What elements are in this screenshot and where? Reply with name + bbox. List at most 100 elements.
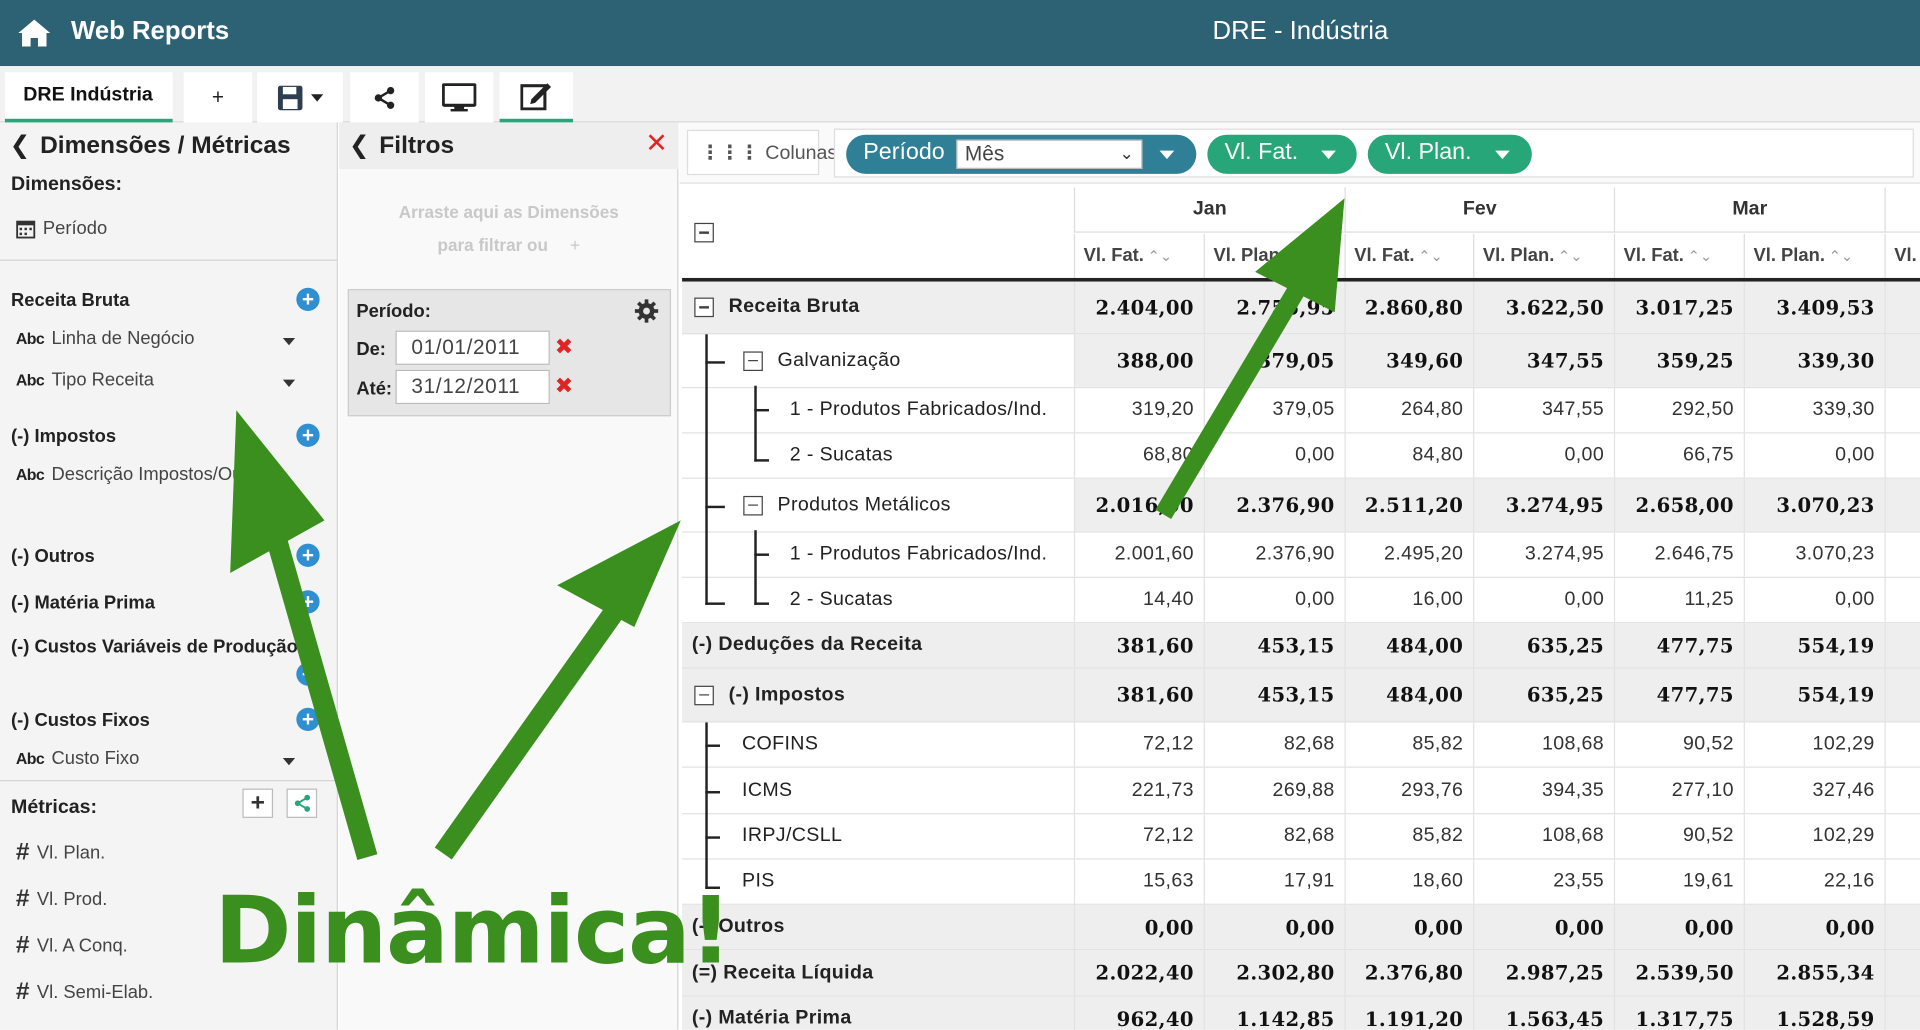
- table-cell[interactable]: 635,25: [1473, 623, 1614, 668]
- table-cell[interactable]: 0,00: [1073, 904, 1204, 949]
- collapse-icon[interactable]: [694, 685, 714, 705]
- table-cell[interactable]: 477,75: [1613, 668, 1744, 722]
- table-cell[interactable]: 2.022,40: [1073, 950, 1204, 996]
- clear-date-to-icon[interactable]: ✖: [555, 373, 573, 399]
- table-cell[interactable]: 11,25: [1613, 577, 1744, 623]
- table-cell[interactable]: 0,00: [1203, 433, 1345, 478]
- table-cell[interactable]: 0,00: [1203, 577, 1345, 623]
- table-cell[interactable]: 0,00: [1743, 904, 1885, 949]
- table-cell[interactable]: 3.274,95: [1473, 478, 1614, 532]
- table-cell[interactable]: 347,55: [1473, 334, 1614, 387]
- table-cell[interactable]: 319,20: [1073, 388, 1204, 433]
- table-cell[interactable]: [1884, 767, 1920, 814]
- column-pill-periodo[interactable]: Período Mês ⌄: [846, 134, 1197, 174]
- table-cell[interactable]: [1884, 577, 1920, 623]
- table-row[interactable]: (-) Deduções da Receita 381,60 453,15 484,0…: [682, 623, 1920, 669]
- table-cell[interactable]: 2.376,90: [1203, 478, 1345, 532]
- add-receita-bruta-button[interactable]: +: [296, 287, 320, 312]
- table-cell[interactable]: 2.855,34: [1743, 950, 1885, 996]
- month-header[interactable]: Jan: [1073, 187, 1345, 233]
- close-filters-icon[interactable]: ✕: [645, 127, 668, 159]
- table-cell[interactable]: 16,00: [1344, 577, 1473, 623]
- table-cell[interactable]: 14,40: [1073, 577, 1204, 623]
- table-cell[interactable]: 82,68: [1203, 814, 1345, 859]
- collapse-all-icon[interactable]: [694, 222, 728, 243]
- share-button[interactable]: [350, 72, 419, 123]
- table-row[interactable]: IRPJ/CSLL 72,12 82,68 85,82 108,68 90,52 102,2…: [682, 814, 1920, 860]
- table-cell[interactable]: 2.646,75: [1613, 532, 1744, 577]
- table-cell[interactable]: 23,55: [1473, 859, 1614, 904]
- table-cell[interactable]: 1.317,75: [1613, 996, 1744, 1030]
- collapse-icon[interactable]: [694, 297, 714, 318]
- collapse-icon[interactable]: [743, 350, 763, 371]
- table-cell[interactable]: [1884, 623, 1920, 668]
- table-cell[interactable]: 339,30: [1743, 388, 1885, 433]
- table-cell[interactable]: 108,68: [1473, 814, 1614, 859]
- table-cell[interactable]: [1884, 904, 1920, 949]
- column-header[interactable]: Vl.: [1884, 233, 1920, 278]
- date-from-input[interactable]: 01/01/2011: [395, 330, 550, 365]
- table-cell[interactable]: 0,00: [1613, 904, 1744, 949]
- table-cell[interactable]: 2.495,20: [1344, 532, 1473, 577]
- table-cell[interactable]: 2.016,00: [1073, 478, 1204, 532]
- table-cell[interactable]: 90,52: [1613, 814, 1744, 859]
- table-cell[interactable]: 0,00: [1473, 433, 1614, 478]
- table-cell[interactable]: 2.511,20: [1344, 478, 1474, 532]
- table-cell[interactable]: [1884, 478, 1920, 532]
- metric-item[interactable]: # Vl. Semi-Elab.: [16, 978, 153, 1006]
- table-cell[interactable]: 84,80: [1344, 433, 1473, 478]
- table-cell[interactable]: 1.528,59: [1743, 996, 1885, 1030]
- table-cell[interactable]: 293,76: [1344, 767, 1473, 814]
- add-tab-button[interactable]: +: [183, 72, 253, 123]
- column-header[interactable]: Vl. Plan. ⌃⌄: [1203, 233, 1345, 278]
- table-cell[interactable]: 0,00: [1473, 904, 1614, 949]
- table-cell[interactable]: 349,60: [1344, 334, 1474, 387]
- chevron-left-icon[interactable]: ❮: [349, 130, 370, 161]
- table-cell[interactable]: [1884, 950, 1920, 996]
- table-row[interactable]: COFINS 72,12 82,68 85,82 108,68 90,52 102,29: [682, 722, 1920, 768]
- table-cell[interactable]: 2.001,60: [1073, 532, 1204, 577]
- table-cell[interactable]: 2.860,80: [1344, 281, 1473, 334]
- table-row[interactable]: 2 - Sucatas 14,40 0,00 16,00 0,00 11,25 0,00: [682, 577, 1920, 624]
- gear-icon[interactable]: [634, 299, 659, 323]
- dimension-item-periodo[interactable]: Período: [16, 218, 107, 239]
- table-cell[interactable]: [1884, 859, 1920, 904]
- table-cell[interactable]: 339,30: [1743, 334, 1885, 387]
- table-cell[interactable]: 0,00: [1344, 904, 1473, 949]
- table-cell[interactable]: 394,35: [1473, 767, 1614, 814]
- tab-dre-industria[interactable]: DRE Indústria: [4, 72, 173, 123]
- collapse-icon[interactable]: [743, 495, 763, 515]
- sort-icon[interactable]: ⌃⌄: [1688, 247, 1713, 264]
- table-cell[interactable]: 85,82: [1344, 722, 1473, 767]
- sort-icon[interactable]: ⌃⌄: [1829, 247, 1854, 264]
- table-cell[interactable]: [1884, 668, 1920, 722]
- table-cell[interactable]: 359,25: [1613, 334, 1744, 387]
- table-cell[interactable]: 82,68: [1203, 722, 1345, 767]
- table-cell[interactable]: 19,61: [1613, 859, 1744, 904]
- add-custos-variaveis-button[interactable]: +: [296, 662, 320, 686]
- metric-item[interactable]: # Vl. Prod.: [16, 885, 107, 913]
- table-cell[interactable]: 3.622,50: [1473, 281, 1614, 334]
- table-cell[interactable]: 0,00: [1203, 904, 1345, 949]
- table-cell[interactable]: [1884, 532, 1920, 577]
- dimension-item-linha-negocio[interactable]: Abc Linha de Negócio: [16, 328, 195, 349]
- table-cell[interactable]: [1884, 433, 1920, 478]
- metric-item[interactable]: # Vl. A Conq.: [16, 932, 128, 960]
- pill-caret-icon[interactable]: [1321, 150, 1336, 160]
- sort-icon[interactable]: ⌃⌄: [1289, 247, 1314, 264]
- table-cell[interactable]: 2.987,25: [1473, 950, 1614, 996]
- table-row[interactable]: (-) Outros 0,00 0,00 0,00 0,00 0,00 0,00: [682, 904, 1920, 951]
- table-cell[interactable]: 347,55: [1473, 388, 1614, 433]
- table-cell[interactable]: 17,91: [1203, 859, 1345, 904]
- table-cell[interactable]: 292,50: [1613, 388, 1744, 433]
- table-cell[interactable]: [1884, 722, 1920, 767]
- metric-item[interactable]: # Vl. Plan.: [16, 839, 105, 867]
- share-metric-button[interactable]: [286, 788, 318, 818]
- table-cell[interactable]: 22,16: [1743, 859, 1885, 904]
- add-materia-prima-button[interactable]: +: [296, 590, 320, 614]
- table-cell[interactable]: 477,75: [1613, 623, 1744, 668]
- sort-icon[interactable]: ⌃⌄: [1148, 247, 1173, 264]
- view-mode-button[interactable]: [424, 72, 494, 123]
- column-header[interactable]: Vl. Fat. ⌃⌄: [1613, 233, 1744, 278]
- table-cell[interactable]: 90,52: [1613, 722, 1744, 767]
